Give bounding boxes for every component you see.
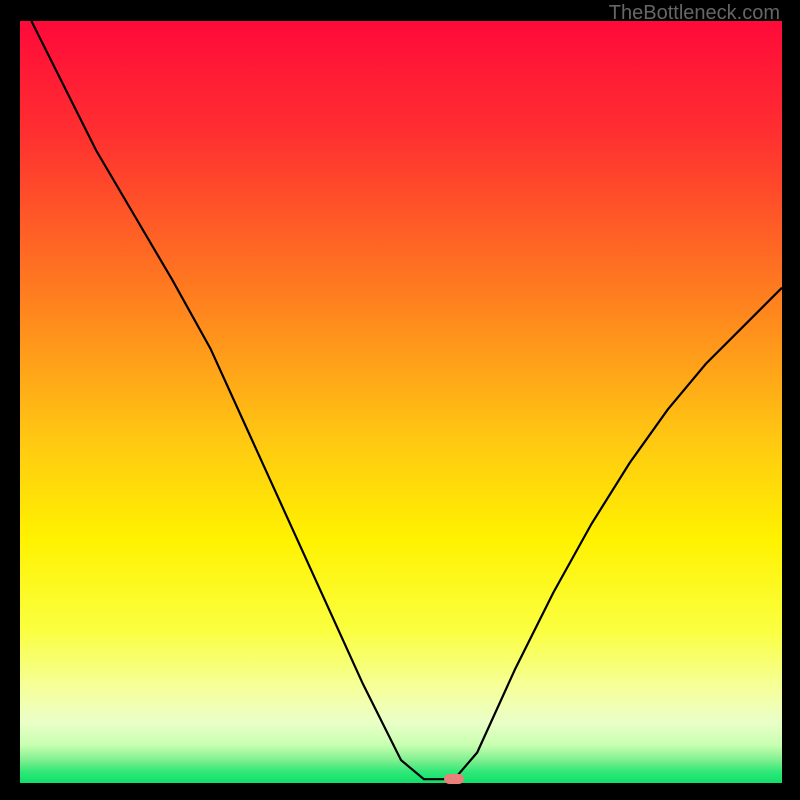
optimal-marker-icon	[444, 774, 464, 784]
curve-layer	[20, 21, 782, 783]
bottleneck-chart	[20, 21, 782, 783]
watermark: TheBottleneck.com	[609, 2, 780, 25]
bottleneck-curve	[31, 21, 782, 779]
